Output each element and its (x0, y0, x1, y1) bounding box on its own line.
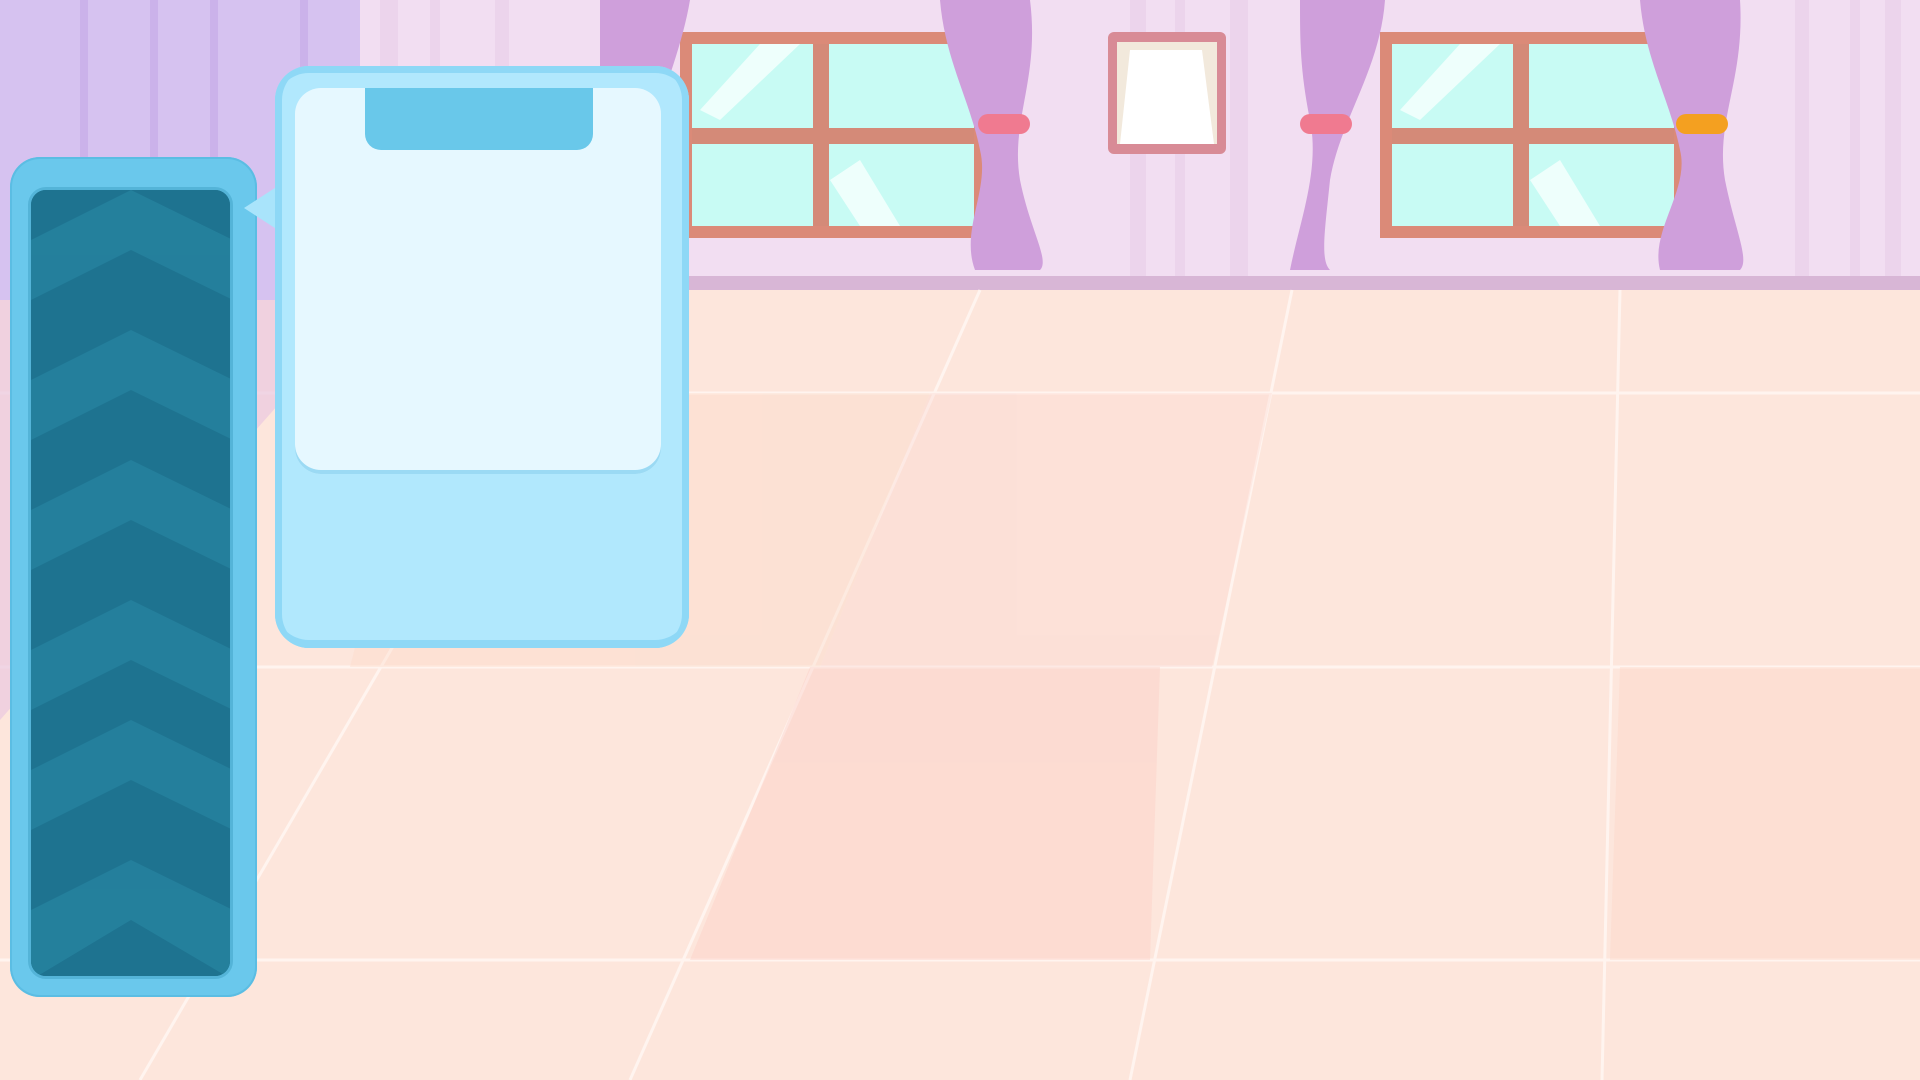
card-footer (295, 486, 661, 616)
chevron-pattern-icon (31, 190, 230, 976)
window-left (680, 32, 990, 238)
window-right (1380, 32, 1690, 238)
card-pointer-icon (244, 186, 278, 230)
dialog-card[interactable] (275, 66, 689, 648)
wall-picture (1108, 32, 1226, 154)
card-tab (365, 88, 593, 150)
side-panel-content (28, 187, 233, 979)
side-panel[interactable] (10, 157, 257, 997)
